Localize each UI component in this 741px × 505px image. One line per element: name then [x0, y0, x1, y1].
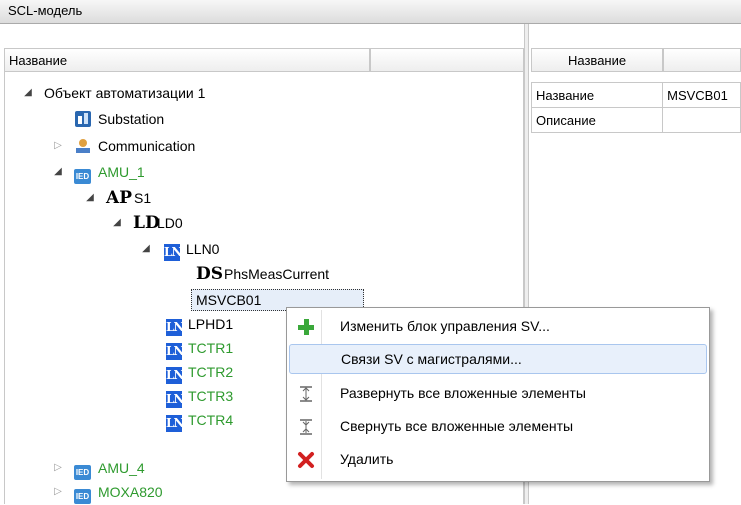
collapsed-arrow-icon[interactable]: ▷ [52, 135, 64, 157]
expanded-arrow-icon[interactable]: ◢ [140, 238, 152, 260]
tree-item-label: S1 [134, 190, 152, 206]
ln-icon: LN [166, 391, 184, 408]
context-menu: Изменить блок управления SV... Связи SV … [286, 307, 710, 482]
table-row[interactable]: Описание [530, 107, 741, 133]
ied-icon: IED [74, 163, 91, 185]
tree-item-label: AMU_4 [98, 460, 145, 476]
tree-column-header[interactable]: Название [4, 48, 370, 72]
tree-item-label: LD0 [157, 215, 183, 231]
collapsed-arrow-icon[interactable]: ▷ [52, 457, 64, 479]
tree-item-label: AMU_1 [98, 164, 145, 180]
ln-icon: LN [166, 343, 184, 360]
menu-item-label: Удалить [340, 451, 394, 467]
communication-icon [74, 137, 92, 161]
menu-item-label: Изменить блок управления SV... [340, 318, 550, 334]
window-title: SCL-модель [8, 3, 83, 18]
tree-item-label: Объект автоматизации 1 [44, 85, 206, 101]
ied-icon: IED [74, 459, 91, 481]
menu-item-label: Связи SV с магистралями... [341, 351, 522, 367]
menu-item-label: Развернуть все вложенные элементы [340, 385, 586, 401]
expanded-arrow-icon[interactable]: ◢ [111, 212, 123, 234]
menu-item-collapse-all[interactable]: Свернуть все вложенные элементы [289, 412, 707, 442]
tree-item-label: TCTR4 [188, 412, 234, 428]
ds-icon: DS [196, 264, 224, 284]
tree-item-label: PhsMeasCurrent [224, 266, 330, 282]
plus-icon [297, 318, 315, 336]
ln-icon: LN [166, 367, 184, 384]
prop-value[interactable] [662, 107, 741, 133]
expanded-arrow-icon[interactable]: ◢ [22, 82, 34, 104]
tree-item-label: Substation [98, 111, 165, 127]
tree-header-label: Название [9, 53, 68, 68]
tree-item-label: TCTR2 [188, 364, 234, 380]
ln-icon: LN [166, 319, 184, 336]
table-row[interactable]: Название MSVCB01 [530, 82, 741, 108]
ap-icon: AP [106, 188, 132, 208]
properties-table: Название MSVCB01 Описание [530, 82, 741, 133]
prop-name: Описание [530, 107, 664, 133]
tree-item-label: LLN0 [186, 241, 220, 257]
properties-header-label: Название [568, 53, 627, 68]
tree-item-label: MSVCB01 [196, 292, 262, 308]
prop-value[interactable]: MSVCB01 [662, 82, 741, 108]
menu-item-sv-links[interactable]: Связи SV с магистралями... [289, 344, 707, 374]
properties-value-header[interactable] [663, 48, 741, 72]
tree-item-label: TCTR3 [188, 388, 234, 404]
ln-icon: LN [164, 244, 182, 261]
tree-item-label: TCTR1 [188, 340, 234, 356]
ln-icon: LN [166, 415, 184, 432]
prop-name: Название [530, 82, 664, 108]
tree-item-label: MOXA820 [98, 484, 163, 500]
menu-item-edit-sv-block[interactable]: Изменить блок управления SV... [289, 312, 707, 342]
menu-item-expand-all[interactable]: Развернуть все вложенные элементы [289, 379, 707, 409]
tree-item-label: LPHD1 [188, 316, 234, 332]
ied-icon: IED [74, 483, 91, 505]
menu-item-delete[interactable]: Удалить [289, 445, 707, 475]
collapsed-arrow-icon[interactable]: ▷ [52, 481, 64, 503]
expanded-arrow-icon[interactable]: ◢ [84, 187, 96, 209]
tree-column-header-2[interactable] [370, 48, 524, 72]
menu-item-label: Свернуть все вложенные элементы [340, 418, 574, 434]
collapse-all-icon [297, 418, 315, 436]
ld-icon: LD [133, 213, 160, 233]
expanded-arrow-icon[interactable]: ◢ [52, 161, 64, 183]
expand-all-icon [297, 385, 315, 403]
properties-column-header[interactable]: Название [531, 48, 663, 72]
tree-item-label: Communication [98, 138, 196, 154]
substation-icon [74, 110, 92, 134]
delete-icon [297, 451, 315, 469]
window-titlebar: SCL-модель [0, 0, 741, 24]
